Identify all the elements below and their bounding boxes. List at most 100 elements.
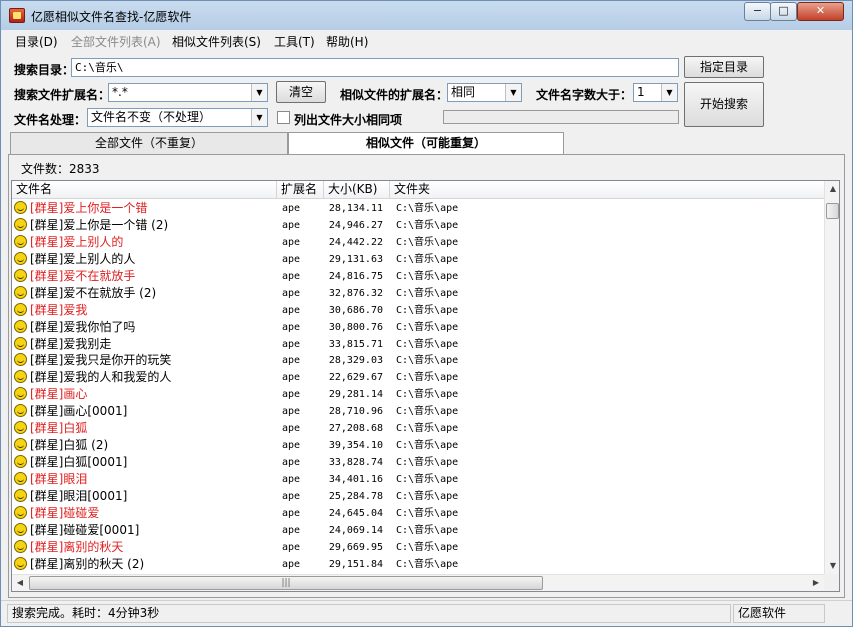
col-name-header[interactable]: 文件名 [12,181,277,199]
file-name-cell: [群星]白狐 [14,420,276,437]
list-header: 文件名 扩展名 大小(KB) 文件夹 [12,181,824,199]
file-name: [群星]眼泪 [30,472,88,486]
ext-combo-value: *.* [112,85,128,99]
file-size: 29,669.95 [328,541,383,553]
file-folder: C:\音乐\ape [396,558,459,570]
similar-ext-combo[interactable]: 相同 ▼ [447,83,522,102]
tab-all-files[interactable]: 全部文件（不重复） [10,132,288,154]
table-row[interactable]: [群星]碰碰爱[0001] ape 24,069.14 C:\音乐\ape [12,522,824,539]
file-name: [群星]离别的秋天 (2) [30,556,145,571]
table-row[interactable]: [群星]爱上你是一个错 (2) ape 24,946.27 C:\音乐\ape [12,217,824,234]
table-row[interactable]: [群星]爱不在就放手 ape 24,816.75 C:\音乐\ape [12,268,824,285]
file-size: 34,401.16 [328,474,383,485]
close-button[interactable]: ✕ [797,2,844,21]
col-ext-header[interactable]: 扩展名 [277,181,324,199]
table-row[interactable]: [群星]爱上别人的 ape 24,442.22 C:\音乐\ape [12,234,824,251]
file-folder: C:\音乐\ape [396,406,459,418]
table-row[interactable]: [群星]眼泪 ape 34,401.16 C:\音乐\ape [12,471,824,488]
table-row[interactable]: [群星]碰碰爱 ape 24,645.04 C:\音乐\ape [12,505,824,522]
smiley-icon [14,421,27,435]
file-ext: ape [282,440,301,452]
smiley-icon [14,251,27,265]
file-size: 24,442.22 [328,236,383,248]
file-ext: ape [282,338,301,350]
file-folder: C:\音乐\ape [396,524,459,536]
name-process-combo[interactable]: 文件名不变（不处理） ▼ [87,108,268,127]
menu-all-files[interactable]: 全部文件列表(A) [71,33,161,50]
table-row[interactable]: [群星]眼泪[0001] ape 25,284.78 C:\音乐\ape [12,488,824,505]
table-row[interactable]: [群星]白狐 ape 27,208.68 C:\音乐\ape [12,420,824,437]
choose-dir-button[interactable]: 指定目录 [684,56,764,78]
menu-help[interactable]: 帮助(H) [326,33,368,50]
col-size-header[interactable]: 大小(KB) [324,181,390,199]
table-row[interactable]: [群星]爱我 ape 30,686.70 C:\音乐\ape [12,302,824,319]
smiley-icon [14,488,27,502]
ext-combo[interactable]: *.* ▼ [108,83,268,102]
scroll-left-icon[interactable]: ◀ [12,575,28,591]
chevron-down-icon[interactable]: ▼ [251,84,267,101]
chevron-down-icon[interactable]: ▼ [251,109,267,126]
horizontal-scroll-thumb[interactable]: ||| [29,576,543,590]
vertical-scroll-thumb[interactable] [826,203,839,219]
file-name-cell: [群星]爱上别人的人 [14,251,276,268]
file-size: 27,208.68 [328,423,383,435]
table-row[interactable]: [群星]离别的秋天 ape 29,669.95 C:\音乐\ape [12,539,824,556]
clear-button[interactable]: 清空 [276,81,326,103]
file-ext: ape [282,321,301,333]
file-name: [群星]爱上你是一个错 [30,201,148,215]
menu-directory[interactable]: 目录(D) [15,33,58,50]
file-folder: C:\音乐\ape [396,474,459,485]
app-icon[interactable] [9,8,25,23]
name-length-combo[interactable]: 1 ▼ [633,83,678,102]
table-row[interactable]: [群星]爱我你怕了吗 ape 30,800.76 C:\音乐\ape [12,319,824,336]
file-name-cell: [群星]爱上别人的 [14,234,276,251]
file-name-cell: [群星]眼泪[0001] [14,488,276,505]
table-row[interactable]: [群星]爱不在就放手 (2) ape 32,876.32 C:\音乐\ape [12,285,824,302]
file-folder: C:\音乐\ape [396,304,459,316]
table-row[interactable]: [群星]白狐 (2) ape 39,354.10 C:\音乐\ape [12,437,824,454]
chevron-down-icon[interactable]: ▼ [661,84,677,101]
file-name-cell: [群星]爱上你是一个错 (2) [14,217,276,234]
title-bar[interactable]: 亿愿相似文件名查找-亿愿软件 − □ ✕ [1,1,852,30]
smiley-icon [14,302,27,316]
window-title: 亿愿相似文件名查找-亿愿软件 [31,10,192,24]
file-folder: C:\音乐\ape [396,219,459,231]
file-size: 28,329.03 [328,355,383,367]
file-ext: ape [282,541,301,553]
horizontal-scrollbar[interactable]: ◀ ||| ▶ [12,574,824,591]
same-size-checkbox[interactable] [277,111,290,124]
similar-ext-value: 相同 [451,85,476,99]
table-row[interactable]: [群星]爱我的人和我爱的人 ape 22,629.67 C:\音乐\ape [12,369,824,386]
col-folder-header[interactable]: 文件夹 [390,181,824,199]
menu-tools[interactable]: 工具(T) [274,33,315,50]
table-row[interactable]: [群星]爱上别人的人 ape 29,131.63 C:\音乐\ape [12,251,824,268]
file-ext: ape [282,203,301,214]
file-folder: C:\音乐\ape [396,355,459,367]
scroll-right-icon[interactable]: ▶ [808,575,824,591]
table-row[interactable]: [群星]离别的秋天 (2) ape 29,151.84 C:\音乐\ape [12,556,824,573]
file-size: 24,946.27 [328,219,383,231]
minimize-button[interactable]: − [744,2,771,21]
table-row[interactable]: [群星]爱我只是你开的玩笑 ape 28,329.03 C:\音乐\ape [12,352,824,369]
table-row[interactable]: [群星]画心[0001] ape 28,710.96 C:\音乐\ape [12,403,824,420]
chevron-down-icon[interactable]: ▼ [505,84,521,101]
smiley-icon [14,285,27,299]
scroll-down-icon[interactable]: ▼ [825,558,839,574]
name-length-label: 文件名字数大于： [536,88,633,102]
file-size: 24,069.14 [328,524,383,536]
table-row[interactable]: [群星]爱我别走 ape 33,815.71 C:\音乐\ape [12,336,824,353]
vertical-scrollbar[interactable]: ▲ ▼ [824,181,839,574]
start-search-button[interactable]: 开始搜索 [684,82,764,127]
table-row[interactable]: [群星]白狐[0001] ape 33,828.74 C:\音乐\ape [12,454,824,471]
maximize-button[interactable]: □ [770,2,797,21]
file-list[interactable]: 文件名 扩展名 大小(KB) 文件夹 [群星]爱上你是一个错 ape 28,134.… [11,180,840,592]
file-size: 30,800.76 [328,321,383,333]
menu-similar-files[interactable]: 相似文件列表(S) [172,33,261,50]
search-dir-input[interactable]: C:\音乐\ [71,58,679,77]
tab-similar-files[interactable]: 相似文件（可能重复） [288,132,564,155]
scroll-up-icon[interactable]: ▲ [825,181,839,197]
table-row[interactable]: [群星]爱上你是一个错 ape 28,134.11 C:\音乐\ape [12,200,824,217]
file-ext: ape [282,219,301,231]
file-name-cell: [群星]离别的秋天 (2) [14,556,276,573]
table-row[interactable]: [群星]画心 ape 29,281.14 C:\音乐\ape [12,386,824,403]
